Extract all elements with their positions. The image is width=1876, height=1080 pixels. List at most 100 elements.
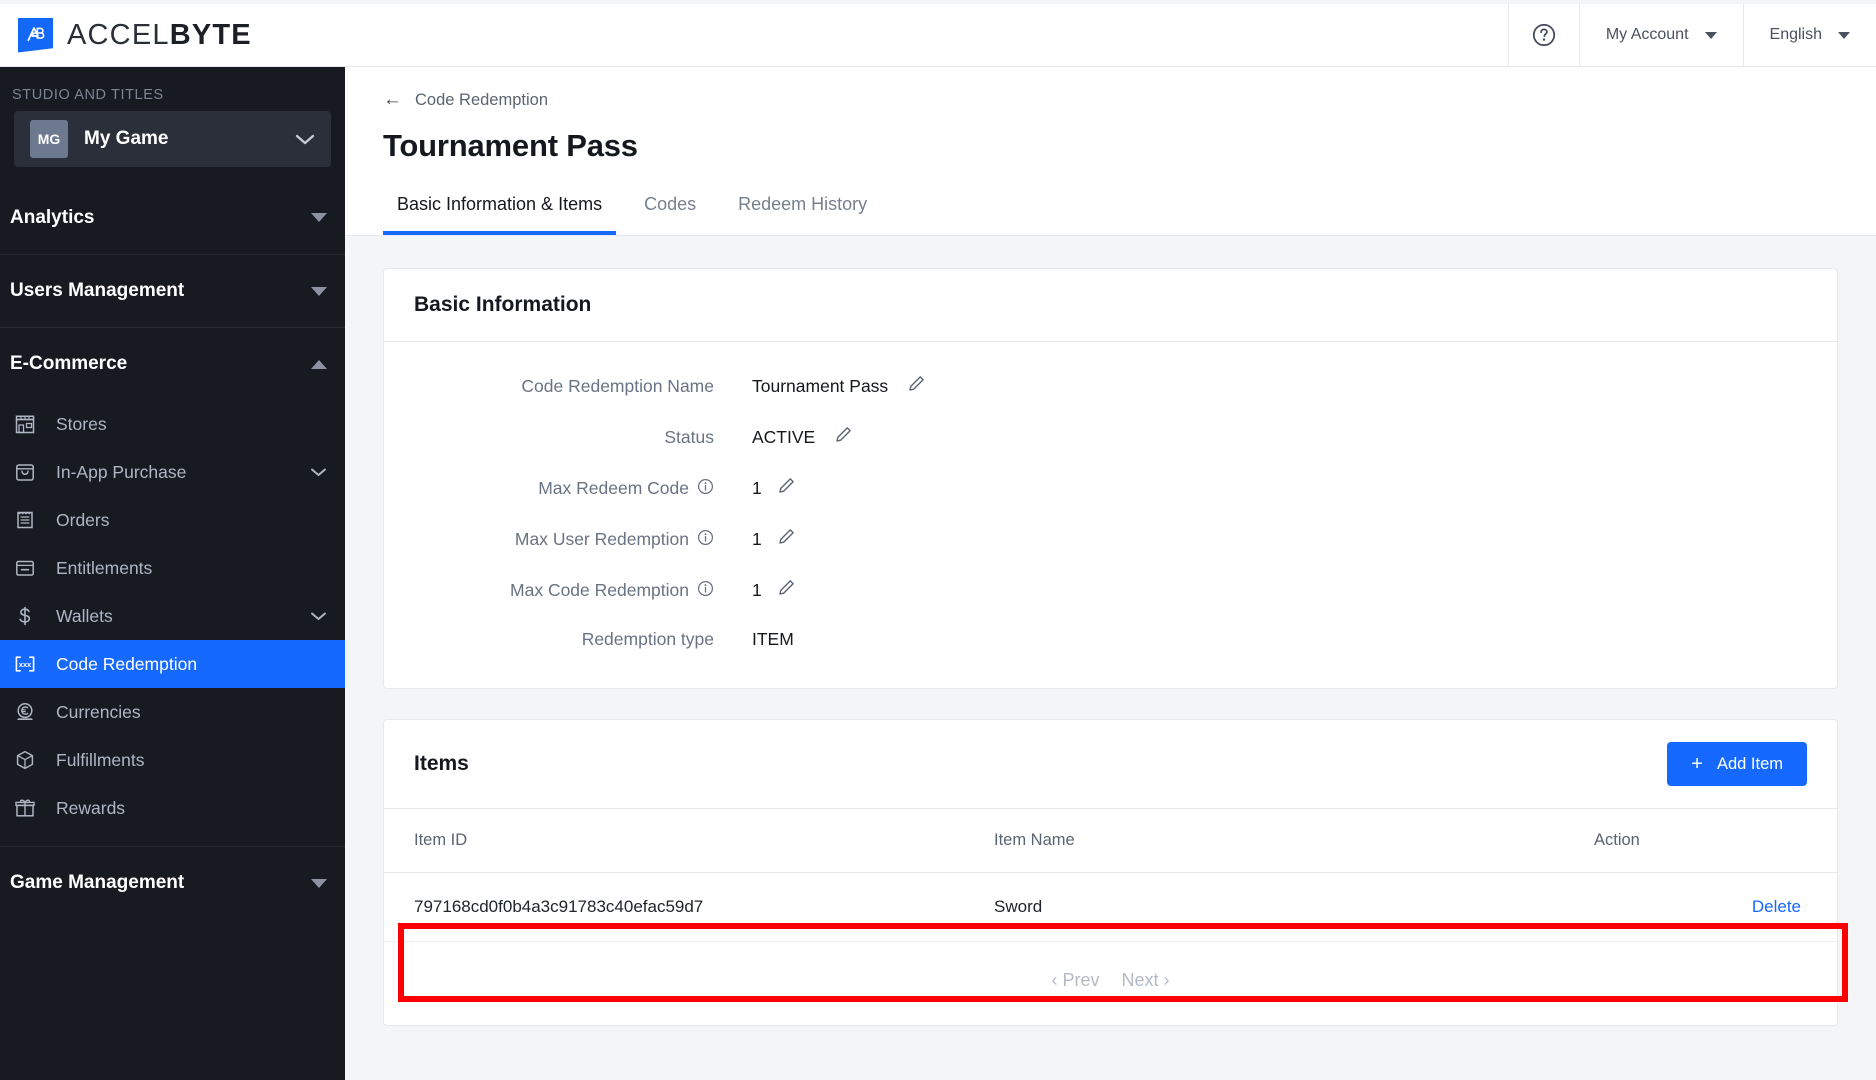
edit-pencil-icon[interactable] [906,374,926,399]
tab-codes[interactable]: Codes [630,194,710,235]
store-icon [12,411,38,437]
chevron-down-icon [310,465,327,480]
field-label-text: Max Redeem Code [538,478,689,498]
pagination-next-button[interactable]: Next › [1122,970,1170,991]
sidebar-item-orders[interactable]: Orders [0,496,345,544]
sidebar-item-stores[interactable]: Stores [0,400,345,448]
chevron-down-icon [311,213,327,222]
column-header-item-name: Item Name [994,809,1594,873]
language-menu[interactable]: English [1742,3,1876,67]
cell-item-name: Sword [994,872,1594,942]
field-value: 1 [752,529,762,549]
sidebar-section-label: STUDIO AND TITLES [12,87,164,103]
field-label: Redemption type [384,629,714,650]
basic-information-card-header: Basic Information [384,269,1837,342]
brand-text-secondary: BYTE [169,18,252,51]
field-label-text: Max User Redemption [514,529,689,549]
table-header-row: Item ID Item Name Action [384,809,1837,873]
page-header: ← Code Redemption Tournament Pass Basic … [345,67,1876,235]
game-avatar: MG [30,120,68,158]
sidebar-group-game-management[interactable]: Game Management [0,846,345,919]
field-row-redemption-type: Redemption type ITEM [384,629,1837,650]
page-title: Tournament Pass [383,128,638,163]
column-header-item-id: Item ID [384,809,994,873]
pagination-prev-button[interactable]: ‹ Prev [1051,970,1099,991]
help-button[interactable] [1507,3,1579,67]
plus-icon: + [1691,753,1703,775]
svg-text:xxx: xxx [19,660,32,669]
sidebar-item-currencies[interactable]: Currencies [0,688,345,736]
sidebar-item-label: In-App Purchase [56,461,187,482]
sidebar-group-users-management[interactable]: Users Management [0,254,345,327]
chevron-down-icon [1704,31,1717,39]
chevron-up-icon [311,359,327,369]
sidebar-item-label: Rewards [56,797,126,818]
edit-pencil-icon[interactable] [833,425,853,450]
sidebar-item-fulfillments[interactable]: Fulfillments [0,736,345,784]
basic-information-title: Basic Information [414,293,592,316]
field-value-group: ITEM [752,629,794,650]
field-label: Status [384,427,714,448]
items-table-body: 797168cd0f0b4a3c91783c40efac59d7 Sword D… [384,872,1837,942]
info-circle-icon[interactable] [697,580,714,602]
sidebar-item-code-redemption[interactable]: xxx Code Redemption [0,640,345,688]
top-header-actions: My Account English [1507,3,1876,67]
field-value-group: ACTIVE [752,425,853,450]
app-root: ACCELBYTE My Account English STUDIO AND … [0,0,1876,1080]
cell-action: Delete [1594,872,1837,942]
field-value-group: 1 [752,476,796,501]
gift-icon [12,795,38,821]
sidebar-group-label: Analytics [10,206,95,228]
edit-pencil-icon[interactable] [776,527,796,552]
sidebar-group-analytics[interactable]: Analytics [0,181,345,254]
field-label: Max Code Redemption [384,580,714,602]
pagination: ‹ Prev Next › [384,942,1837,1025]
field-label-text: Code Redemption Name [521,376,714,396]
sidebar-item-in-app-purchase[interactable]: In-App Purchase [0,448,345,496]
sidebar-item-wallets[interactable]: Wallets [0,592,345,640]
brand-logo[interactable]: ACCELBYTE [0,17,252,53]
question-circle-icon [1531,22,1557,48]
breadcrumb-back-link[interactable]: ← Code Redemption [383,89,1838,111]
field-label-text: Max Code Redemption [510,580,689,600]
sidebar-item-label: Currencies [56,701,141,722]
edit-pencil-icon[interactable] [776,476,796,501]
table-row[interactable]: 797168cd0f0b4a3c91783c40efac59d7 Sword D… [384,872,1837,942]
sidebar-group-e-commerce[interactable]: E-Commerce [0,327,345,400]
breadcrumb-label: Code Redemption [415,90,548,109]
tab-redeem-history[interactable]: Redeem History [724,194,881,235]
sidebar-item-label: Fulfillments [56,749,145,770]
delete-item-link[interactable]: Delete [1752,897,1801,916]
game-selector[interactable]: MG My Game [14,111,331,167]
sidebar: STUDIO AND TITLES MG My Game Analytics U… [0,67,345,1080]
tab-basic-information-items[interactable]: Basic Information & Items [383,194,617,235]
items-table: Item ID Item Name Action 797168cd0f0b4a3… [384,809,1837,942]
tab-bar: Basic Information & Items Codes Redeem H… [383,194,1838,235]
content-area: Basic Information Code Redemption Name T… [345,236,1876,1026]
info-circle-icon[interactable] [697,478,714,500]
sidebar-item-label: Wallets [56,605,113,626]
receipt-icon [12,507,38,533]
sidebar-item-rewards[interactable]: Rewards [0,784,345,832]
my-account-menu[interactable]: My Account [1578,3,1743,67]
chevron-down-icon [1838,31,1850,39]
chevron-down-icon [310,609,327,624]
basic-information-fields: Code Redemption Name Tournament Pass Sta… [384,342,1837,688]
items-title: Items [414,752,469,775]
sidebar-ecommerce-items: Stores In-App Purchase Orders Entitlemen… [0,400,345,832]
field-value: ACTIVE [752,427,816,447]
cell-item-id: 797168cd0f0b4a3c91783c40efac59d7 [384,872,994,942]
game-name-label: My Game [84,128,169,149]
info-circle-icon[interactable] [697,529,714,551]
arrow-left-icon: ← [383,89,402,110]
edit-pencil-icon[interactable] [776,578,796,603]
field-label-text: Redemption type [581,629,714,649]
field-row-max-code-redemption: Max Code Redemption 1 [384,578,1837,603]
items-table-head: Item ID Item Name Action [384,809,1837,873]
add-item-button[interactable]: + Add Item [1667,742,1807,786]
accelbyte-logo-icon [18,17,53,53]
sidebar-item-entitlements[interactable]: Entitlements [0,544,345,592]
chevron-down-icon [311,286,327,296]
field-row-max-user-redemption: Max User Redemption 1 [384,527,1837,552]
field-row-code-redemption-name: Code Redemption Name Tournament Pass [384,374,1837,399]
